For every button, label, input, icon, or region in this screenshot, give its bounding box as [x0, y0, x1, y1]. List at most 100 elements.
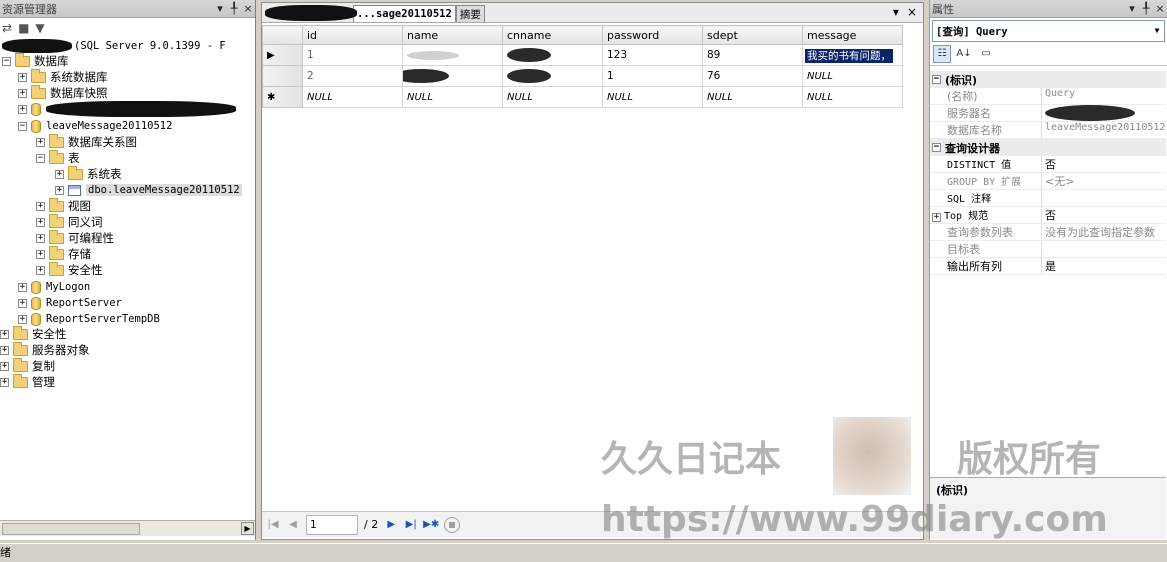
- close-tab-icon[interactable]: ×: [907, 5, 917, 19]
- property-pages-icon[interactable]: ▭: [977, 45, 995, 63]
- filter-icon[interactable]: ▼: [35, 21, 44, 35]
- chevron-down-icon[interactable]: ▼: [1151, 22, 1163, 40]
- row-header-corner[interactable]: [262, 25, 303, 45]
- prop-top-value[interactable]: 否: [1042, 207, 1166, 224]
- cell-name[interactable]: NULL: [402, 86, 503, 108]
- prop-groupby-value[interactable]: <无>: [1042, 173, 1166, 190]
- prop-groupby[interactable]: GROUP BY 扩展 <无>: [930, 173, 1166, 190]
- pin-icon[interactable]: ╀: [227, 2, 241, 15]
- prop-name-value[interactable]: Query: [1042, 88, 1166, 105]
- collapse-icon[interactable]: −: [36, 153, 45, 163]
- expand-icon[interactable]: +: [0, 329, 9, 339]
- prop-target-value[interactable]: [1042, 241, 1166, 258]
- expand-icon[interactable]: +: [55, 169, 64, 179]
- expand-icon[interactable]: +: [18, 104, 27, 114]
- cell-message[interactable]: NULL: [802, 65, 903, 87]
- cell-cnname-redacted[interactable]: [502, 65, 603, 87]
- object-selector-dropdown[interactable]: [查询] Query ▼: [932, 20, 1165, 42]
- cell-message[interactable]: 我买的书有问题，: [802, 44, 903, 66]
- first-record-icon[interactable]: |◀: [266, 518, 280, 532]
- cell-name-redacted[interactable]: [402, 65, 503, 87]
- expand-icon[interactable]: +: [36, 217, 45, 227]
- column-header-sdept[interactable]: sdept: [702, 25, 803, 45]
- stop-icon[interactable]: ■: [18, 21, 29, 35]
- results-grid[interactable]: id name cnname password sdept message ▶ …: [262, 25, 903, 108]
- alphabetical-icon[interactable]: A↓: [955, 45, 973, 63]
- prop-dbname-value[interactable]: leaveMessage20110512: [1042, 122, 1166, 139]
- cell-message[interactable]: NULL: [802, 86, 903, 108]
- previous-record-icon[interactable]: ◀: [286, 518, 300, 532]
- prop-params[interactable]: 查询参数列表 没有为此查询指定参数: [930, 224, 1166, 241]
- tree-diagrams[interactable]: + 数据库关系图: [36, 133, 137, 150]
- cell-id[interactable]: 2: [302, 65, 403, 87]
- pin-icon[interactable]: ╀: [1139, 2, 1153, 15]
- last-record-icon[interactable]: ▶|: [404, 518, 418, 532]
- cell-sdept[interactable]: 89: [702, 44, 803, 66]
- tree-databases[interactable]: − 数据库: [2, 52, 69, 69]
- collapse-icon[interactable]: −: [18, 121, 27, 131]
- expand-icon[interactable]: +: [36, 201, 45, 211]
- prop-params-value[interactable]: 没有为此查询指定参数: [1042, 224, 1166, 241]
- tab-summary[interactable]: 摘要: [455, 5, 485, 22]
- collapse-icon[interactable]: −: [2, 56, 11, 66]
- tree-views[interactable]: + 视图: [36, 197, 91, 214]
- tree-storage[interactable]: + 存储: [36, 245, 91, 262]
- tree-server-objects[interactable]: + 服务器对象: [0, 341, 90, 358]
- scrollbar-thumb[interactable]: [2, 523, 140, 535]
- expand-icon[interactable]: +: [0, 377, 9, 387]
- tab-query-results[interactable]: ...sage20110512: [353, 5, 456, 22]
- prop-name[interactable]: (名称) Query: [930, 88, 1166, 105]
- prop-all-columns-value[interactable]: 是: [1042, 258, 1166, 275]
- panel-menu-icon[interactable]: ▾: [213, 2, 227, 15]
- collapse-icon[interactable]: −: [932, 143, 941, 152]
- tree-db-main[interactable]: − leaveMessage20110512: [18, 118, 172, 134]
- record-number-input[interactable]: 1: [306, 514, 358, 535]
- collapse-icon[interactable]: −: [932, 75, 941, 84]
- tab-list-icon[interactable]: ▾: [893, 5, 899, 19]
- tree-db-reportserver[interactable]: + ReportServer: [18, 295, 122, 311]
- tree-snapshots[interactable]: + 数据库快照: [18, 84, 108, 101]
- category-query-designer[interactable]: − 查询设计器: [930, 139, 1166, 156]
- prop-sql-note-value[interactable]: [1042, 190, 1166, 207]
- prop-top[interactable]: + Top 规范 否: [930, 207, 1166, 224]
- tree-synonyms[interactable]: + 同义词: [36, 213, 103, 230]
- expand-icon[interactable]: +: [36, 265, 45, 275]
- prop-distinct[interactable]: DISTINCT 值 否: [930, 156, 1166, 173]
- cell-id[interactable]: NULL: [302, 86, 403, 108]
- expand-icon[interactable]: +: [0, 345, 9, 355]
- category-identity[interactable]: − (标识): [930, 71, 1166, 88]
- expand-icon[interactable]: +: [932, 213, 941, 222]
- expand-icon[interactable]: +: [18, 314, 27, 324]
- tree-db-reportservertemp[interactable]: + ReportServerTempDB: [18, 311, 160, 327]
- cell-cnname[interactable]: NULL: [502, 86, 603, 108]
- close-icon[interactable]: ×: [1153, 2, 1167, 15]
- scroll-right-icon[interactable]: ▶: [241, 522, 254, 535]
- cell-sdept[interactable]: 76: [702, 65, 803, 87]
- cell-password[interactable]: 1: [602, 65, 703, 87]
- tree-programmability[interactable]: + 可编程性: [36, 229, 114, 246]
- tree-table-item[interactable]: + dbo.leaveMessage20110512: [55, 182, 242, 198]
- prop-sql-note[interactable]: SQL 注释: [930, 190, 1166, 207]
- next-record-icon[interactable]: ▶: [384, 518, 398, 532]
- expand-icon[interactable]: +: [18, 282, 27, 292]
- expand-icon[interactable]: +: [18, 72, 27, 82]
- cell-id[interactable]: 1: [302, 44, 403, 66]
- horizontal-scrollbar[interactable]: ▶: [0, 520, 255, 536]
- prop-server[interactable]: 服务器名: [930, 105, 1166, 122]
- panel-menu-icon[interactable]: ▾: [1125, 2, 1139, 15]
- current-row-icon[interactable]: ▶: [262, 44, 303, 66]
- server-node[interactable]: (SQL Server 9.0.1399 - F: [2, 38, 226, 54]
- new-row[interactable]: ✱ NULL NULL NULL NULL NULL NULL: [262, 86, 903, 108]
- expand-icon[interactable]: +: [36, 137, 45, 147]
- prop-all-columns[interactable]: 输出所有列 是: [930, 258, 1166, 275]
- tree-redacted-db[interactable]: +: [18, 101, 236, 117]
- table-row[interactable]: ▶ 1 123 89 我买的书有问题，: [262, 44, 903, 66]
- column-header-id[interactable]: id: [302, 25, 403, 45]
- expand-icon[interactable]: +: [36, 233, 45, 243]
- tree-db-mylogon[interactable]: + MyLogon: [18, 279, 90, 295]
- categorized-icon[interactable]: ☷: [933, 44, 951, 63]
- column-header-cnname[interactable]: cnname: [502, 25, 603, 45]
- expand-icon[interactable]: +: [18, 298, 27, 308]
- tree-security-db[interactable]: + 安全性: [36, 261, 103, 278]
- tree-system-databases[interactable]: + 系统数据库: [18, 68, 108, 85]
